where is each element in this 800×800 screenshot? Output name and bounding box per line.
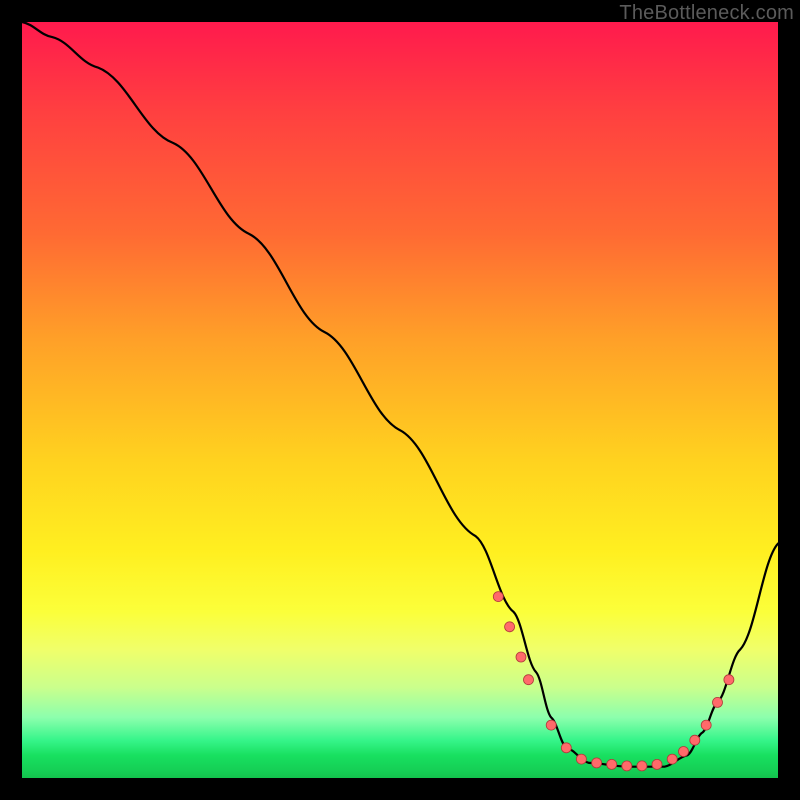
curve-marker (592, 758, 602, 768)
curve-marker (667, 754, 677, 764)
chart-svg (22, 22, 778, 778)
curve-marker (652, 759, 662, 769)
curve-marker (546, 720, 556, 730)
curve-marker (561, 743, 571, 753)
curve-marker (524, 675, 534, 685)
curve-marker (701, 720, 711, 730)
marker-group (493, 592, 734, 771)
curve-marker (724, 675, 734, 685)
chart-stage: TheBottleneck.com (0, 0, 800, 800)
curve-marker (622, 761, 632, 771)
curve-marker (637, 761, 647, 771)
curve-marker (679, 747, 689, 757)
watermark-text: TheBottleneck.com (619, 2, 794, 25)
curve-marker (493, 592, 503, 602)
curve-marker (505, 622, 515, 632)
bottleneck-curve (22, 22, 778, 767)
curve-marker (713, 697, 723, 707)
curve-marker (690, 735, 700, 745)
curve-marker (516, 652, 526, 662)
curve-marker (576, 754, 586, 764)
curve-marker (607, 759, 617, 769)
plot-area (22, 22, 778, 778)
